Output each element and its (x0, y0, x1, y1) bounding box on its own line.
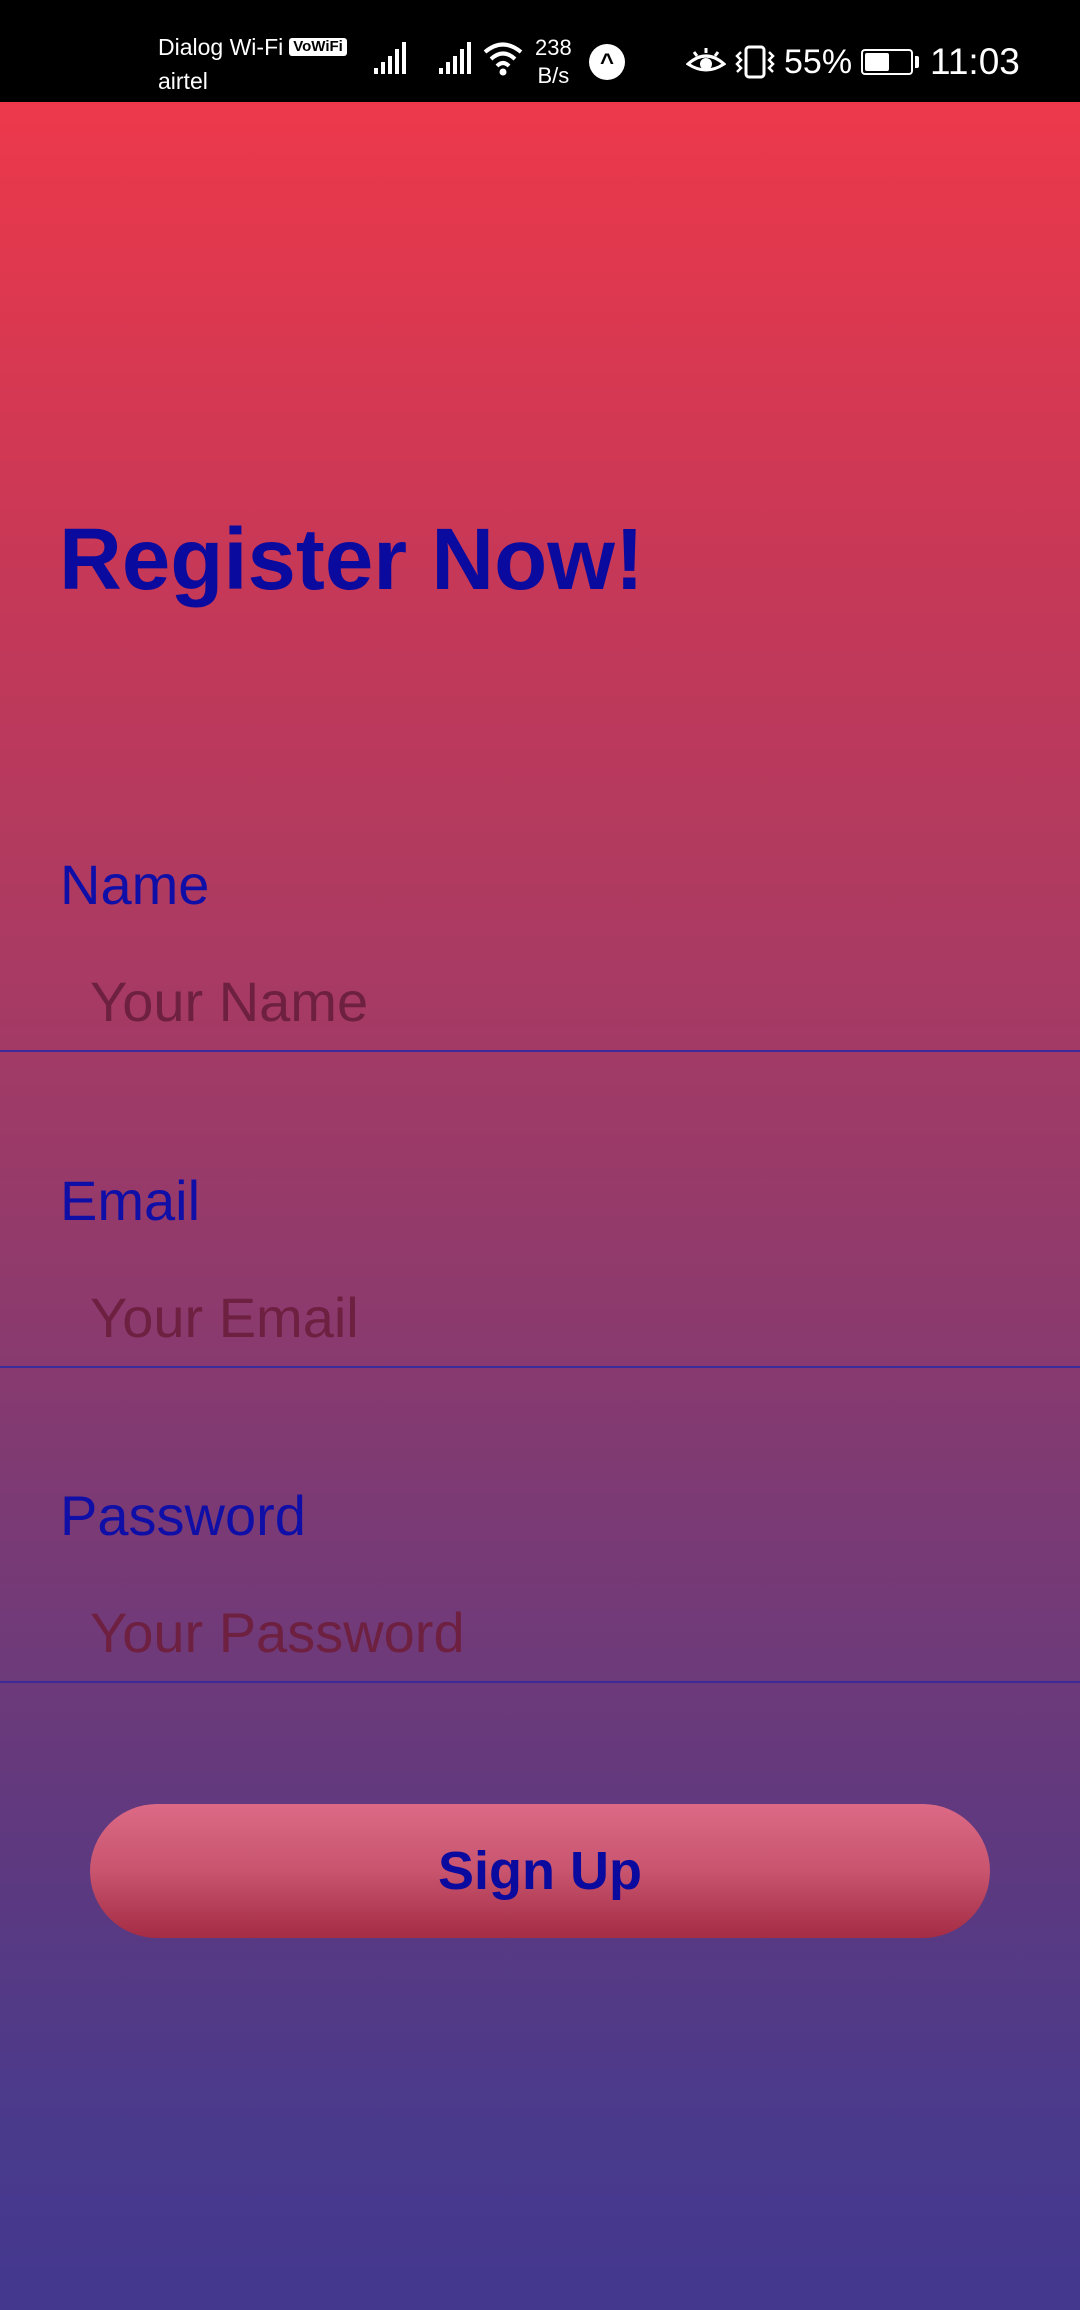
name-input[interactable] (0, 952, 1080, 1052)
email-input[interactable] (0, 1268, 1080, 1368)
eye-comfort-icon (686, 48, 726, 72)
battery-charging-icon (861, 49, 913, 75)
signal-icon (439, 42, 471, 74)
password-input[interactable] (0, 1583, 1080, 1683)
register-screen: Dialog Wi-Fi VoWiFi airtel 238 B/s ^ 55%… (0, 0, 1080, 2310)
battery-level-fill (865, 53, 889, 71)
carrier-info: Dialog Wi-Fi VoWiFi airtel (158, 30, 347, 98)
signal-icon (374, 42, 406, 74)
network-speed-value: 238 (535, 35, 572, 60)
email-label: Email (60, 1169, 201, 1232)
battery-percent: 55% (784, 43, 853, 81)
status-bar: Dialog Wi-Fi VoWiFi airtel 238 B/s ^ 55%… (0, 0, 1080, 102)
wifi-icon (483, 42, 523, 76)
password-label: Password (60, 1484, 306, 1547)
network-speed-unit: B/s (537, 63, 570, 88)
vibrate-icon (735, 45, 775, 79)
app-notification-icon: ^ (589, 44, 625, 80)
sign-up-button[interactable]: Sign Up (90, 1804, 990, 1938)
page-title: Register Now! (59, 511, 644, 608)
carrier-name-secondary: airtel (158, 68, 208, 94)
status-time: 11:03 (930, 41, 1020, 82)
name-label: Name (60, 853, 210, 916)
battery-nub (915, 56, 919, 68)
network-speed: 238 B/s (535, 34, 572, 90)
carrier-name-primary: Dialog Wi-Fi (158, 34, 284, 60)
vowifi-badge: VoWiFi (289, 38, 347, 56)
